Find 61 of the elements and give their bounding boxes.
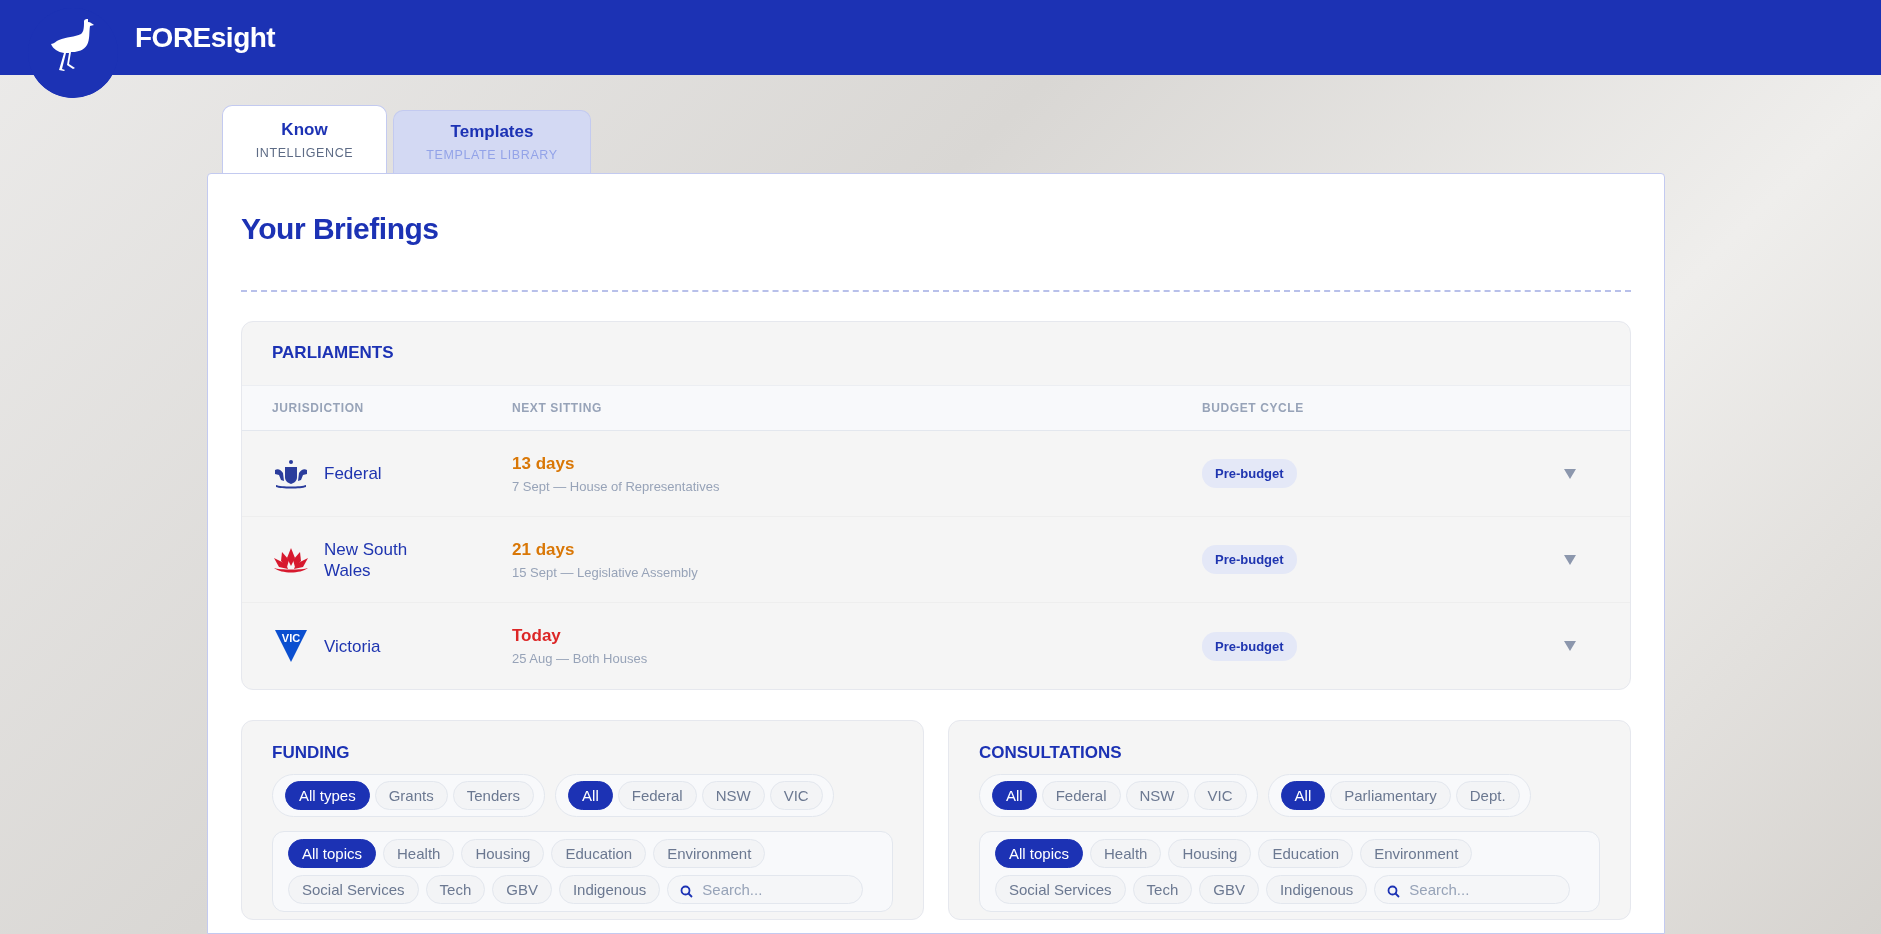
topic-chip[interactable]: Environment — [1360, 839, 1473, 868]
column-header: JURISDICTION — [272, 401, 365, 415]
topic-chip[interactable]: Indigenous — [1265, 875, 1368, 904]
next-sitting-countdown: Today — [512, 626, 562, 646]
topic-chip[interactable]: Indigenous — [558, 875, 661, 904]
filter-chip[interactable]: NSW — [1125, 781, 1189, 810]
topic-chip[interactable]: GBV — [492, 875, 552, 904]
filter-chip[interactable]: Federal — [1041, 781, 1121, 810]
crest-emblem-icon — [272, 457, 310, 490]
expand-caret-icon[interactable] — [1564, 468, 1576, 479]
filter-chip[interactable]: All — [992, 781, 1037, 810]
next-sitting-countdown: 13 days — [512, 453, 576, 474]
topic-chip[interactable]: Social Services — [995, 875, 1126, 904]
sitting-detail: 25 Aug — Both Houses — [512, 651, 649, 666]
expand-caret-icon[interactable] — [1564, 641, 1576, 651]
filter-chip[interactable]: All types — [285, 781, 370, 810]
section-title: PARLIAMENTS — [271, 342, 395, 364]
budget-cycle-badge: Pre-budget — [1202, 631, 1297, 661]
topic-chip[interactable]: All topics — [288, 839, 377, 868]
section-title: FUNDING — [272, 743, 351, 763]
next-sitting-countdown: 21 days — [512, 539, 576, 560]
filter-chip[interactable]: Federal — [617, 781, 697, 810]
column-header: NEXT SITTING — [512, 401, 603, 415]
jurisdiction-name: Federal — [324, 463, 383, 484]
nav-tab[interactable]: Templates TEMPLATE LIBRARY — [393, 110, 591, 173]
budget-cycle-badge: Pre-budget — [1202, 459, 1297, 488]
filter-chip[interactable]: Parliamentary — [1330, 781, 1451, 810]
topic-chip[interactable]: All topics — [995, 839, 1084, 868]
sitting-detail: 7 Sept — House of Representatives — [512, 478, 721, 494]
topic-chip[interactable]: Social Services — [288, 875, 419, 904]
filter-chip[interactable]: NSW — [701, 781, 765, 810]
filter-chip[interactable]: All — [568, 781, 613, 810]
topic-chip[interactable]: Tech — [425, 875, 486, 904]
topic-chip[interactable]: Housing — [461, 839, 545, 868]
filter-chip[interactable]: Grants — [374, 781, 448, 810]
budget-cycle-badge: Pre-budget — [1202, 545, 1297, 574]
filter-chip[interactable]: VIC — [769, 781, 823, 810]
filter-chip[interactable]: VIC — [1193, 781, 1247, 810]
page-title: Your Briefings — [241, 212, 440, 246]
nav-tab[interactable]: Know INTELLIGENCE — [222, 105, 387, 173]
topic-chip[interactable]: Environment — [653, 839, 766, 868]
filter-chip[interactable]: All — [1280, 781, 1326, 810]
column-header: BUDGET CYCLE — [1202, 401, 1305, 415]
topic-chip[interactable]: Tech — [1132, 875, 1193, 904]
app-title: FOREsight — [135, 21, 276, 54]
search-field[interactable]: Search... — [1374, 875, 1571, 904]
topic-chip[interactable]: Housing — [1168, 839, 1252, 868]
sitting-detail: 15 Sept — Legislative Assembly — [512, 564, 699, 580]
filter-chip[interactable]: Tenders — [452, 781, 535, 810]
topic-chip[interactable]: Health — [1090, 839, 1162, 868]
triangle-logo: VIC — [272, 630, 310, 662]
filter-chip[interactable]: Dept. — [1455, 781, 1520, 810]
topic-chip[interactable]: Health — [383, 839, 455, 868]
topic-chip[interactable]: Education — [551, 839, 647, 868]
topic-chip[interactable]: Education — [1258, 839, 1354, 868]
search-field[interactable]: Search... — [667, 875, 864, 904]
jurisdiction-name: Victoria — [324, 635, 382, 657]
topic-chip[interactable]: GBV — [1199, 875, 1259, 904]
expand-caret-icon[interactable] — [1564, 554, 1576, 565]
jurisdiction-name: New South Wales — [324, 538, 409, 581]
section-title: CONSULTATIONS — [979, 743, 1123, 763]
